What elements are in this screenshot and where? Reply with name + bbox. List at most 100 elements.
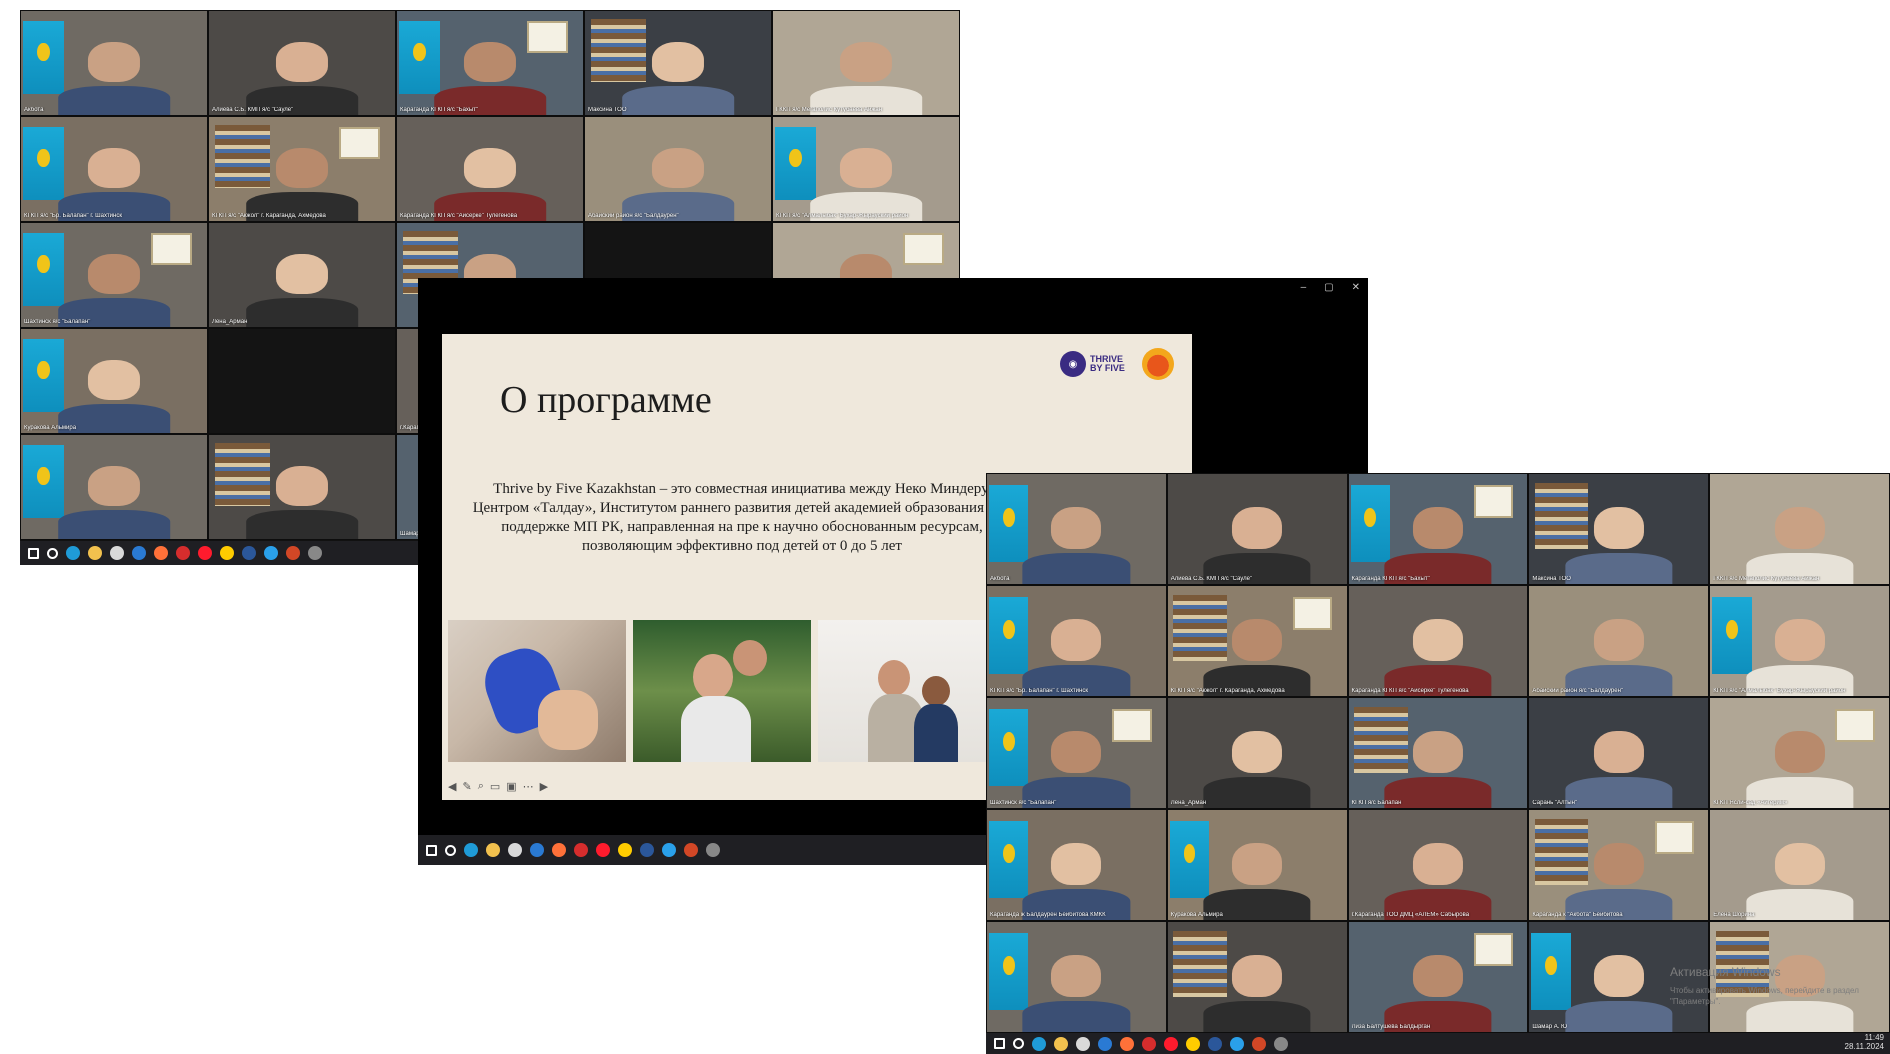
search-icon[interactable] [47,547,58,559]
firefox-icon[interactable] [154,546,168,560]
participant-tile[interactable]: КГКП я/с "Алмалыбак" Бухар-Жырауский рай… [1709,585,1890,697]
firefox-icon[interactable] [1120,1036,1134,1051]
participant-face [1051,843,1102,885]
participant-tile[interactable]: Караганда КГКП я/с "Бахыт" [1347,473,1529,585]
edge-icon[interactable] [66,546,80,560]
file-explorer-icon[interactable] [486,843,500,857]
participant-face [1593,731,1644,773]
participant-tile[interactable]: Куракова Альмира [20,328,208,434]
participant-tile[interactable]: Сарань "Алтын" [1528,697,1710,809]
participant-tile[interactable]: Караганда КГКП я/с "Бахыт" [396,10,584,116]
windows-start-icon[interactable] [994,1038,1005,1049]
media-icon[interactable] [1274,1036,1288,1051]
slide-control-3-icon[interactable]: ▭ [490,780,500,793]
app-red-icon[interactable] [176,546,190,560]
media-icon[interactable] [706,843,720,857]
participant-tile[interactable]: Куракова Альмира [1166,809,1348,921]
powerpoint-icon[interactable] [286,546,300,560]
opera-icon[interactable] [1164,1036,1178,1051]
participant-tile[interactable]: Лена_Арман [208,222,396,328]
participant-tile[interactable]: КГКП я/с "Бр. Балапан" г. Шахтинск [986,585,1167,697]
participant-tile[interactable]: КГКП я/с "Бр. Балапан" г. Шахтинск [20,116,208,222]
participant-tile[interactable]: КГКП я/с "Акжол" г. Караганда, Ахмедова [208,116,396,222]
participant-tile[interactable]: Лиза Балтушева Балдырган [1347,921,1529,1033]
participant-tile[interactable]: КГКП я/с "Акжол" г. Караганда, Ахмедова [1166,585,1348,697]
outlook-icon[interactable] [132,546,146,560]
participant-tile[interactable]: КГКП я/с "Алмалыбак" Бухар-Жырауский рай… [772,116,960,222]
edge-icon[interactable] [1032,1036,1046,1051]
opera-icon[interactable] [198,546,212,560]
participant-tile[interactable]: Абайский район я/с "Балдаурен" [584,116,772,222]
participant-tile[interactable]: Максина ТОО [584,10,772,116]
close-icon[interactable]: ✕ [1352,282,1360,293]
teams-icon[interactable] [662,843,676,857]
windows-start-icon[interactable] [426,844,437,856]
participant-tile[interactable]: г.Караганда ТОО ДМЦ «АЛЕМ» Сабырова [1347,809,1529,921]
word-icon[interactable] [1208,1036,1222,1051]
participant-name-label: КГКП я/с "Акжол" г. Караганда, Ахмедова [1170,688,1285,694]
participant-tile[interactable] [1166,921,1348,1033]
participant-tile[interactable]: ГККП я/с Мегаполис Кутубаева Айжан [1709,473,1890,585]
opera-icon[interactable] [596,843,610,857]
participant-tile[interactable]: КГКП я/с Балапан [1347,697,1529,809]
slide-control-2-icon[interactable]: ⌕ [478,780,484,793]
participant-tile[interactable]: Караганда КГКП я/с "Айсерке" Тулегенова [1347,585,1529,697]
participant-tile[interactable]: Максина ТОО [1528,473,1710,585]
firefox-icon[interactable] [552,843,566,857]
outlook-icon[interactable] [1098,1036,1112,1051]
teams-icon[interactable] [264,546,278,560]
search-icon[interactable] [445,844,456,856]
slide-control-0-icon[interactable]: ◀ [448,780,456,793]
powerpoint-icon[interactable] [684,843,698,857]
participant-tile[interactable]: Абайский район я/с "Балдаурен" [1528,585,1710,697]
notepad-icon[interactable] [110,546,124,560]
media-icon[interactable] [308,546,322,560]
app-red-icon[interactable] [1142,1036,1156,1051]
yandex-icon[interactable] [618,843,632,857]
participant-tile[interactable]: Шахтинск я/с "Балапан" [986,697,1167,809]
slide-control-4-icon[interactable]: ▣ [506,780,516,793]
participant-tile[interactable] [986,921,1167,1033]
participant-name-label: Караганда КГКП я/с "Айсерке" Тулегенова [1351,688,1469,694]
word-icon[interactable] [640,843,654,857]
participant-tile[interactable] [208,328,396,434]
participant-tile[interactable]: Акбота [20,10,208,116]
file-explorer-icon[interactable] [1054,1036,1068,1051]
windows-start-icon[interactable] [28,547,39,559]
participant-tile[interactable]: Караганда КГКП я/с "Айсерке" Тулегенова [396,116,584,222]
notepad-icon[interactable] [508,843,522,857]
slide-control-6-icon[interactable]: ▶ [540,780,548,793]
participant-tile[interactable]: Елена Шорина [1709,809,1890,921]
participant-tile[interactable] [208,434,396,540]
yandex-icon[interactable] [1186,1036,1200,1051]
outlook-icon[interactable] [530,843,544,857]
word-icon[interactable] [242,546,256,560]
participant-tile[interactable] [20,434,208,540]
kazakhstan-flag-icon [23,127,64,201]
participant-tile[interactable]: Лена_Арман [1166,697,1348,809]
participant-tile[interactable]: Акбота [986,473,1167,585]
notepad-icon[interactable] [1076,1036,1090,1051]
maximize-icon[interactable]: ▢ [1324,282,1333,293]
slide-control-5-icon[interactable]: ⋯ [523,780,534,793]
slide-control-1-icon[interactable]: ✎ [462,780,471,793]
teams-icon[interactable] [1230,1036,1244,1051]
file-explorer-icon[interactable] [88,546,102,560]
participant-name-label: Караганда к "Акбота" Бейбитова [1532,912,1623,918]
kazakhstan-flag-icon [989,485,1029,562]
search-icon[interactable] [1013,1038,1024,1049]
yandex-icon[interactable] [220,546,234,560]
participant-tile[interactable]: Караганда к "Акбота" Бейбитова [1528,809,1710,921]
participant-tile[interactable]: ГККП я/с Мегаполис Кутубаева Айжан [772,10,960,116]
taskbar-c [986,1033,1890,1054]
powerpoint-icon[interactable] [1252,1036,1266,1051]
participant-tile[interactable]: Алиева С.Б. КМП я/с "Сауле" [208,10,396,116]
wall-certificate [339,127,381,159]
participant-tile[interactable]: Шахтинск я/с "Балапан" [20,222,208,328]
minimize-icon[interactable]: – [1301,282,1307,293]
edge-icon[interactable] [464,843,478,857]
participant-tile[interactable]: Караганда ж Балдаурен Бейбитова КМКК [986,809,1167,921]
participant-tile[interactable]: КГКП Ясли-сад «Айгерим» [1709,697,1890,809]
app-red-icon[interactable] [574,843,588,857]
participant-tile[interactable]: Алиева С.Б. КМП я/с "Сауле" [1166,473,1348,585]
